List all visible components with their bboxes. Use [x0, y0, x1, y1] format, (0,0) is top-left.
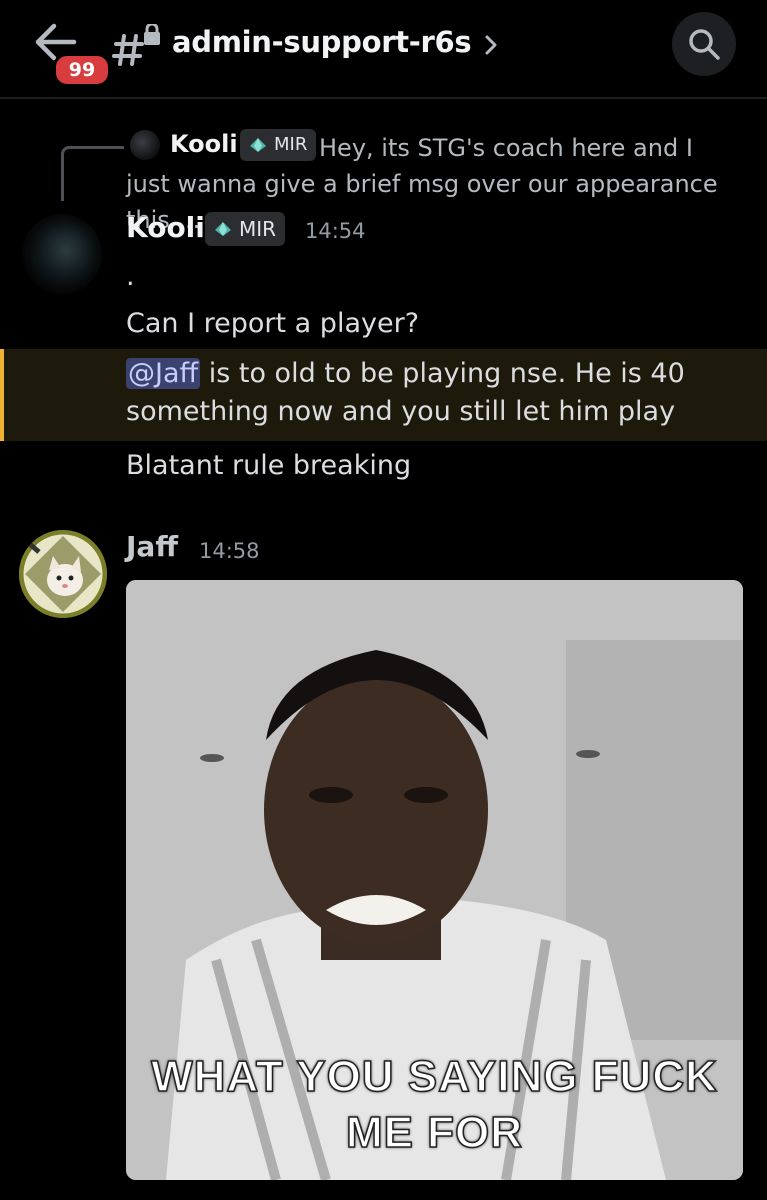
reply-author[interactable]: Kooli	[170, 130, 238, 158]
user-mention[interactable]: @Jaff	[126, 358, 201, 389]
mention-message: @Jaff is to old to be playing nse. He is…	[126, 355, 726, 431]
gif-attachment[interactable]: WHAT YOU SAYING FUCK ME FOR	[126, 580, 743, 1180]
gif-caption-line: WHAT YOU SAYING FUCK	[150, 1051, 718, 1102]
search-icon	[689, 29, 720, 60]
role-tag: MIR	[205, 212, 286, 246]
reply-role-label: MIR	[274, 134, 308, 155]
mention-message-text: is to old to be playing nse. He is 40 so…	[126, 358, 685, 427]
channel-header: 99 admin-support-r6s	[0, 0, 767, 99]
reply-connector	[61, 146, 124, 201]
kooli-avatar[interactable]	[22, 214, 102, 294]
locked-channel-hash-icon	[112, 24, 160, 66]
message-line: Can I report a player?	[126, 308, 420, 339]
message-author[interactable]: Jaff	[126, 530, 178, 563]
role-gem-icon	[215, 222, 231, 236]
message-line: Blatant rule breaking	[126, 450, 412, 481]
role-label: MIR	[239, 217, 277, 241]
role-gem-icon	[250, 138, 266, 152]
chevron-right-icon[interactable]	[484, 34, 498, 56]
jaff-avatar[interactable]	[19, 530, 107, 618]
message-line: .	[126, 261, 135, 292]
reply-role-tag: MIR	[240, 129, 317, 161]
cat-avatar-image	[19, 530, 107, 618]
message-author[interactable]: Kooli	[126, 211, 205, 244]
gif-caption-line: ME FOR	[345, 1107, 524, 1158]
message-timestamp: 14:54	[305, 219, 366, 243]
message-timestamp: 14:58	[199, 539, 260, 563]
search-button[interactable]	[672, 12, 736, 76]
unread-count-badge: 99	[53, 53, 111, 87]
channel-name[interactable]: admin-support-r6s	[172, 25, 472, 59]
